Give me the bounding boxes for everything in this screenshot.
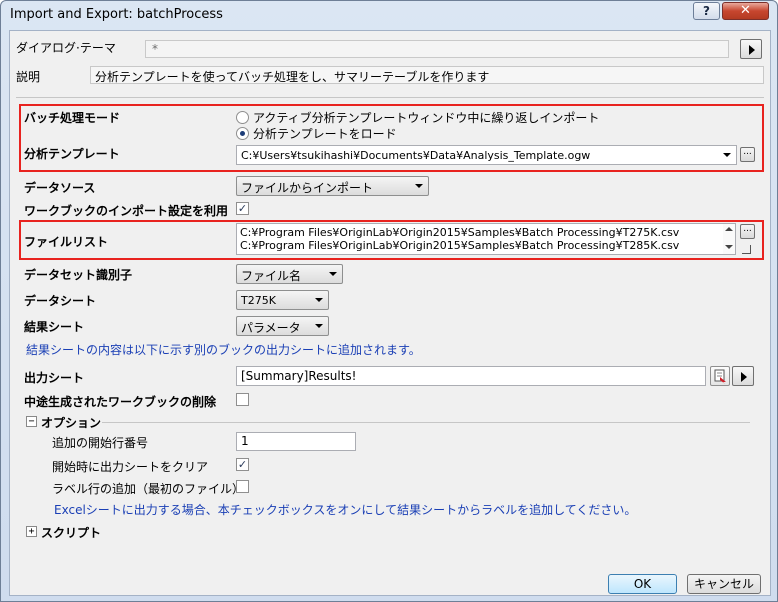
options-note: Excelシートに出力する場合、本チェックボックスをオンにして結果シートからラベ… (54, 503, 637, 517)
dataset-identifier-label: データセット識別子 (24, 268, 133, 282)
output-sheet-field[interactable]: [Summary]Results! (236, 366, 706, 386)
analysis-template-label: 分析テンプレート (24, 147, 120, 161)
scroll-down-icon[interactable] (725, 245, 733, 249)
play-arrow-icon (749, 45, 755, 55)
resize-grip-icon[interactable] (740, 243, 753, 256)
delete-intermediate-checkbox[interactable] (236, 393, 249, 406)
window-title: Import and Export: batchProcess (10, 7, 223, 22)
description-label: 説明 (16, 70, 41, 84)
chevron-down-icon (723, 153, 731, 157)
ok-button[interactable]: OK (608, 574, 677, 594)
chevron-down-icon (315, 298, 323, 302)
chevron-down-icon (415, 184, 423, 188)
batch-mode-label: バッチ処理モード (24, 111, 121, 125)
select-range-icon (714, 369, 726, 384)
list-item[interactable]: C:¥Program Files¥OriginLab¥Origin2015¥Sa… (240, 239, 732, 252)
result-sheet-note: 結果シートの内容は以下に示す別のブックの出力シートに追加されます。 (26, 343, 421, 357)
scroll-up-icon[interactable] (725, 227, 733, 231)
chevron-down-icon (315, 324, 323, 328)
theme-label: ダイアログ·テーマ (16, 41, 116, 55)
close-button[interactable]: ✕ (722, 2, 769, 20)
add-label-row-checkbox[interactable] (236, 480, 249, 493)
options-separator (102, 422, 750, 423)
options-collapse-icon[interactable]: − (26, 416, 37, 427)
help-button[interactable]: ? (693, 2, 720, 20)
data-sheet-label: データシート (24, 294, 97, 308)
start-row-field[interactable]: 1 (236, 432, 356, 451)
clear-output-checkbox[interactable]: ✓ (236, 458, 249, 471)
dialog-window: Import and Export: batchProcess ? ✕ ダイアロ… (0, 0, 778, 602)
list-item[interactable]: C:¥Program Files¥OriginLab¥Origin2015¥Sa… (240, 226, 732, 239)
analysis-template-value: C:¥Users¥tsukihashi¥Documents¥Data¥Analy… (241, 149, 591, 162)
description-text: 分析テンプレートを使ってバッチ処理をし、サマリーテーブルを作ります (90, 66, 764, 84)
clear-output-label: 開始時に出力シートをクリア (52, 460, 209, 474)
use-workbook-import-label: ワークブックのインポート設定を利用 (24, 204, 229, 218)
result-sheet-label: 結果シート (24, 320, 85, 334)
add-label-row-label: ラベル行の追加（最初のファイル） (52, 482, 245, 496)
use-workbook-import-checkbox[interactable]: ✓ (236, 202, 249, 215)
script-label[interactable]: スクリプト (41, 524, 101, 541)
cancel-button[interactable]: キャンセル (687, 574, 761, 594)
select-range-button[interactable] (710, 366, 730, 386)
file-list-label: ファイルリスト (24, 235, 109, 249)
options-label[interactable]: オプション (41, 414, 101, 431)
template-browse-button[interactable]: ... (740, 147, 755, 162)
delete-intermediate-label: 中途生成されたワークブックの削除 (24, 395, 217, 409)
dataset-identifier-value: ファイル名 (241, 269, 302, 283)
radio-load-template-label[interactable]: 分析テンプレートをロード (253, 125, 397, 142)
data-sheet-combo[interactable]: T275K (236, 290, 329, 310)
dataset-identifier-combo[interactable]: ファイル名 (236, 264, 343, 284)
play-arrow-icon (741, 372, 747, 382)
output-sheet-menu-button[interactable] (732, 366, 754, 386)
theme-menu-button[interactable] (740, 39, 762, 59)
output-sheet-label: 出力シート (24, 371, 85, 385)
result-sheet-value: パラメータ (241, 321, 301, 335)
radio-repeat-import-label[interactable]: アクティブ分析テンプレートウィンドウ中に繰り返しインポート (253, 109, 599, 126)
file-list-browse-button[interactable]: ... (740, 224, 755, 239)
file-list-box[interactable]: C:¥Program Files¥OriginLab¥Origin2015¥Sa… (236, 223, 736, 255)
analysis-template-combo[interactable]: C:¥Users¥tsukihashi¥Documents¥Data¥Analy… (236, 145, 737, 165)
radio-repeat-import[interactable] (236, 111, 249, 124)
title-bar[interactable]: Import and Export: batchProcess ? ✕ (1, 1, 777, 29)
data-source-combo[interactable]: ファイルからインポート (236, 176, 429, 196)
dialog-body: ダイアログ·テーマ * 説明 分析テンプレートを使ってバッチ処理をし、サマリーテ… (9, 30, 771, 596)
script-expand-icon[interactable]: + (26, 526, 37, 537)
file-list-scrollbar[interactable] (723, 224, 735, 254)
radio-load-template[interactable] (236, 127, 249, 140)
result-sheet-combo[interactable]: パラメータ (236, 316, 329, 336)
start-row-label: 追加の開始行番号 (52, 436, 149, 450)
theme-field[interactable]: * (145, 40, 729, 58)
chevron-down-icon (329, 272, 337, 276)
data-source-label: データソース (24, 181, 96, 195)
data-sheet-value: T275K (241, 294, 276, 307)
separator (16, 97, 764, 98)
data-source-value: ファイルからインポート (241, 181, 374, 195)
